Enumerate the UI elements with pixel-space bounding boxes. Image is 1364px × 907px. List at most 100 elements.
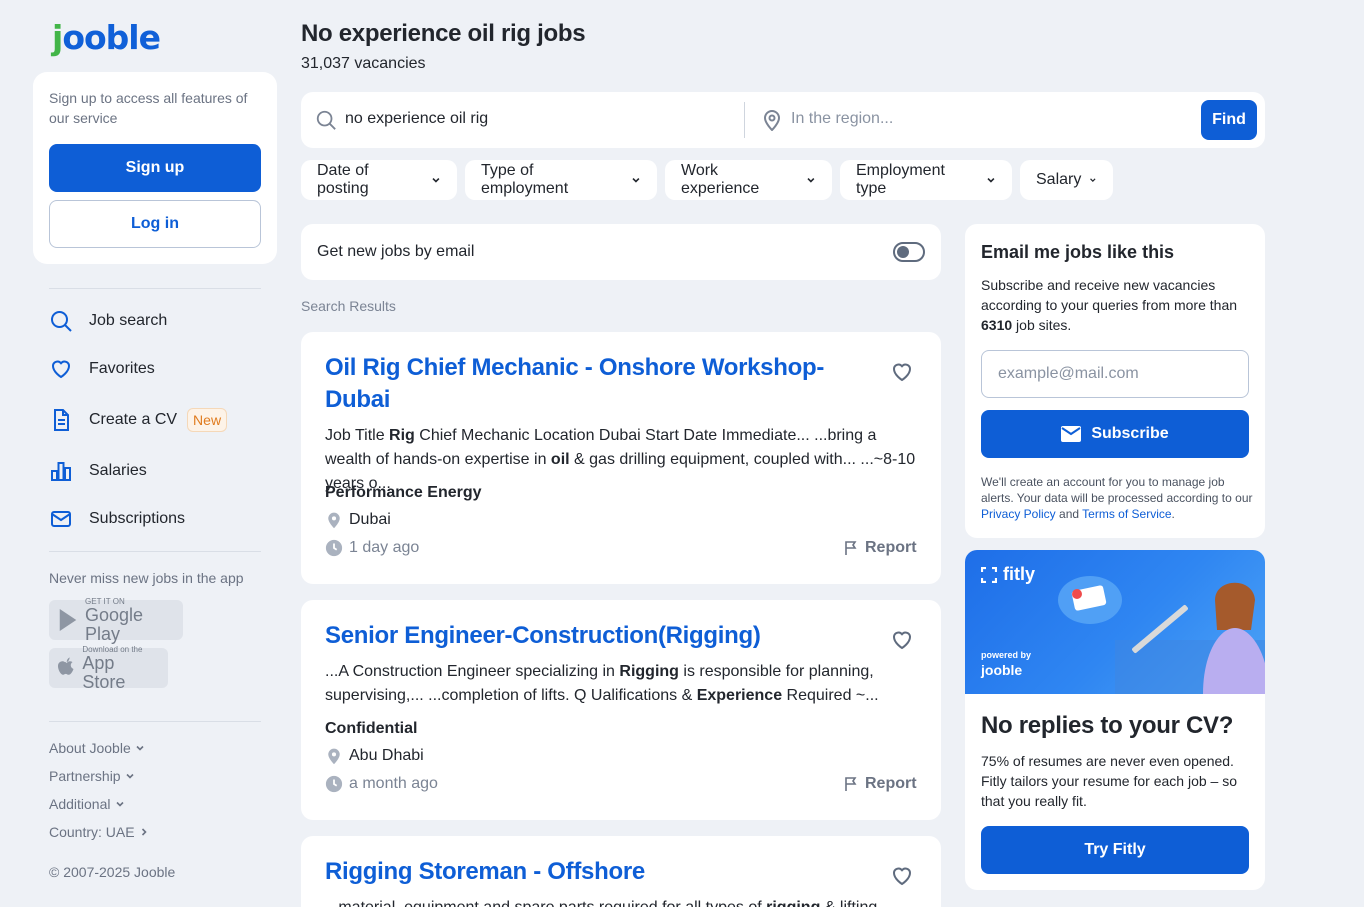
heart-icon[interactable] bbox=[890, 360, 914, 384]
powered-by-logo: jooble bbox=[981, 662, 1023, 678]
chevron-right-icon bbox=[141, 828, 147, 836]
privacy-policy-link[interactable]: Privacy Policy bbox=[981, 507, 1056, 521]
subscribe-description: Subscribe and receive new vacancies acco… bbox=[981, 277, 1238, 333]
subscribe-title: Email me jobs like this bbox=[981, 242, 1175, 262]
bar-chart-icon bbox=[51, 462, 71, 481]
sidebar-divider bbox=[49, 288, 261, 289]
signup-prompt: Sign up to access all features of our se… bbox=[49, 90, 248, 126]
location-pin-icon bbox=[763, 110, 781, 131]
filter-salary[interactable]: Salary bbox=[1020, 160, 1113, 200]
location-pin-icon bbox=[328, 748, 340, 765]
email-alert-toggle[interactable] bbox=[893, 242, 925, 262]
job-title[interactable]: Oil Rig Chief Mechanic - Onshore Worksho… bbox=[325, 352, 845, 416]
signup-card: Sign up to access all features of our se… bbox=[33, 72, 277, 264]
person-with-laptop-illustration bbox=[1115, 582, 1265, 694]
google-play-icon bbox=[59, 608, 77, 632]
report-button[interactable]: Report bbox=[843, 539, 917, 557]
sidebar-divider bbox=[49, 721, 261, 722]
job-card[interactable]: Rigging Storeman - Offshore ...material,… bbox=[301, 836, 941, 907]
flag-icon bbox=[845, 777, 857, 791]
vacancy-count: 31,037 vacancies bbox=[301, 55, 426, 72]
subscribe-button[interactable]: Subscribe bbox=[981, 410, 1249, 458]
find-button[interactable]: Find bbox=[1201, 100, 1257, 140]
page-title: No experience oil rig jobs bbox=[301, 20, 586, 47]
filter-employment-type[interactable]: Employment type bbox=[840, 160, 1012, 200]
heart-icon[interactable] bbox=[890, 864, 914, 888]
try-fitly-button[interactable]: Try Fitly bbox=[981, 826, 1249, 874]
search-icon bbox=[316, 110, 336, 130]
footer-link-country[interactable]: Country: UAE bbox=[49, 824, 149, 840]
job-location: Dubai bbox=[325, 511, 391, 529]
chevron-down-icon bbox=[987, 177, 995, 183]
sidebar-item-job-search[interactable]: Job search bbox=[49, 307, 167, 335]
job-title[interactable]: Rigging Storeman - Offshore bbox=[325, 856, 845, 888]
email-alert-card: Get new jobs by email bbox=[301, 224, 941, 280]
company-name: Confidential bbox=[325, 720, 418, 737]
fitly-banner: fitly powered by jooble bbox=[965, 550, 1265, 694]
fitly-logo: fitly bbox=[981, 564, 1035, 585]
fitly-title: No replies to your CV? bbox=[981, 712, 1234, 739]
job-description: ...material, equipment and spare parts r… bbox=[325, 896, 925, 907]
fitly-frame-icon bbox=[981, 566, 997, 583]
google-play-badge[interactable]: GET IT ON Google Play bbox=[49, 597, 183, 643]
keyword-input[interactable] bbox=[345, 110, 725, 128]
chevron-down-icon bbox=[126, 773, 134, 779]
mail-icon bbox=[51, 511, 71, 527]
apple-icon bbox=[57, 657, 74, 675]
sidebar-item-favorites[interactable]: Favorites bbox=[49, 355, 155, 383]
signup-button[interactable]: Sign up bbox=[49, 144, 261, 192]
job-location: Abu Dhabi bbox=[325, 747, 424, 765]
report-button[interactable]: Report bbox=[843, 775, 917, 793]
filter-work-experience[interactable]: Work experience bbox=[665, 160, 832, 200]
sidebar-item-subscriptions[interactable]: Subscriptions bbox=[49, 505, 185, 533]
job-card[interactable]: Senior Engineer-Construction(Rigging) ..… bbox=[301, 600, 941, 820]
fitly-description: 75% of resumes are never even opened. Fi… bbox=[981, 753, 1237, 809]
clock-icon bbox=[325, 775, 343, 793]
subscribe-legal-text: We'll create an account for you to manag… bbox=[981, 475, 1253, 521]
app-store-badge[interactable]: Download on the App Store bbox=[49, 645, 168, 691]
footer-link-partnership[interactable]: Partnership bbox=[49, 768, 135, 784]
results-label: Search Results bbox=[301, 298, 396, 314]
heart-icon[interactable] bbox=[890, 628, 914, 652]
search-icon bbox=[51, 311, 72, 332]
job-posted-time: a month ago bbox=[325, 775, 438, 793]
app-prompt: Never miss new jobs in the app bbox=[49, 570, 244, 586]
terms-link[interactable]: Terms of Service bbox=[1082, 507, 1171, 521]
company-name: Performance Energy bbox=[325, 484, 482, 501]
copyright: © 2007-2025 Jooble bbox=[49, 864, 176, 880]
jooble-logo[interactable]: jooble bbox=[52, 18, 161, 57]
job-posted-time: 1 day ago bbox=[325, 539, 419, 557]
clock-icon bbox=[325, 539, 343, 557]
subscribe-card: Email me jobs like this Subscribe and re… bbox=[965, 224, 1265, 538]
filter-date-of-posting[interactable]: Date of posting bbox=[301, 160, 457, 200]
document-icon bbox=[54, 409, 69, 431]
chevron-down-icon bbox=[136, 745, 144, 751]
chevron-down-icon bbox=[1090, 178, 1096, 183]
chevron-down-icon bbox=[807, 177, 815, 183]
powered-by-label: powered by bbox=[981, 650, 1032, 660]
email-alert-label: Get new jobs by email bbox=[317, 243, 475, 260]
sidebar-divider bbox=[49, 551, 261, 552]
job-description: ...A Construction Engineer specializing … bbox=[325, 663, 879, 704]
fitly-promo-card: fitly powered by jooble No replies to yo… bbox=[965, 550, 1265, 890]
email-field[interactable] bbox=[981, 350, 1249, 398]
job-title[interactable]: Senior Engineer-Construction(Rigging) bbox=[325, 620, 845, 652]
chevron-down-icon bbox=[632, 177, 640, 183]
job-card[interactable]: Oil Rig Chief Mechanic - Onshore Worksho… bbox=[301, 332, 941, 584]
location-pin-icon bbox=[328, 512, 340, 529]
flag-icon bbox=[845, 541, 857, 555]
filter-type-of-employment[interactable]: Type of employment bbox=[465, 160, 657, 200]
chevron-down-icon bbox=[432, 177, 440, 183]
sidebar-item-create-cv[interactable]: Create a CV New bbox=[49, 406, 228, 434]
sidebar-item-salaries[interactable]: Salaries bbox=[49, 457, 147, 485]
search-bar: Find bbox=[301, 92, 1265, 148]
footer-link-about[interactable]: About Jooble bbox=[49, 740, 145, 756]
search-separator bbox=[744, 102, 745, 138]
mail-icon bbox=[1061, 426, 1082, 442]
chevron-down-icon bbox=[115, 801, 124, 807]
login-button[interactable]: Log in bbox=[49, 200, 261, 248]
new-badge: New bbox=[187, 408, 228, 432]
region-input[interactable] bbox=[791, 110, 1171, 128]
heart-icon bbox=[51, 360, 71, 379]
footer-link-additional[interactable]: Additional bbox=[49, 796, 125, 812]
